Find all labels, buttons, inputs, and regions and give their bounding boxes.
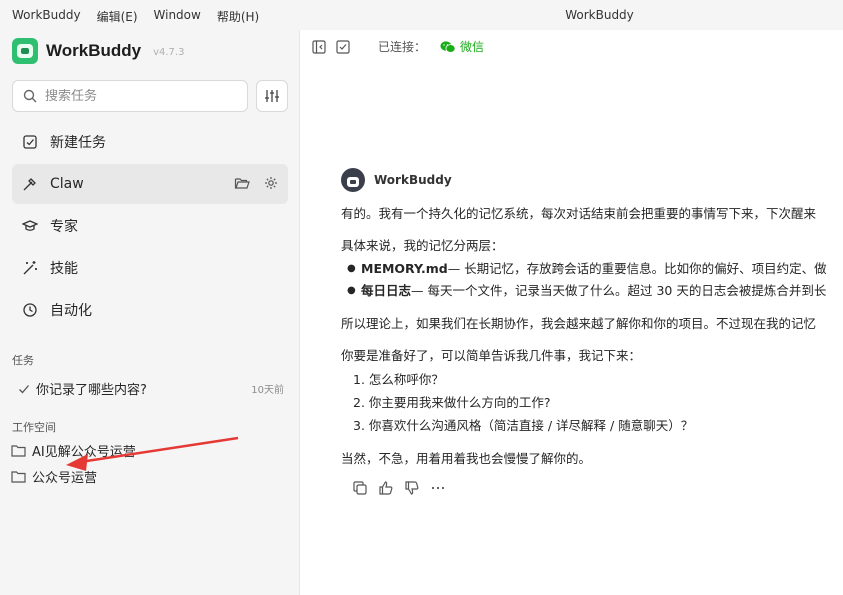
nav-item-skills[interactable]: 技能	[12, 248, 288, 288]
gear-icon[interactable]	[264, 176, 278, 190]
bot-name: WorkBuddy	[374, 173, 452, 187]
nav-item-new-task[interactable]: 新建任务	[12, 122, 288, 162]
nav-item-label: Claw	[50, 176, 84, 192]
graduation-cap-icon	[22, 218, 38, 234]
claw-actions	[234, 176, 278, 190]
folder-icon	[11, 470, 26, 483]
thumbs-up-icon[interactable]	[379, 481, 393, 495]
search-box[interactable]	[12, 80, 248, 112]
list-item: 2. 你主要用我来做什么方向的工作?	[353, 395, 551, 410]
message-paragraph: 你要是准备好了，可以简单告诉我几件事，我记下来：	[341, 348, 642, 363]
task-item[interactable]: 你记录了哪些内容? 10天前	[18, 379, 284, 398]
nav-item-label: 新建任务	[50, 135, 106, 151]
annotation-arrow	[66, 436, 239, 471]
wechat-label: 微信	[460, 40, 485, 54]
bullet-dot: ●	[347, 285, 356, 296]
app-version: v4.7.3	[153, 47, 185, 58]
brand: WorkBuddy v4.7.3	[12, 38, 184, 64]
folder-open-icon[interactable]	[234, 176, 250, 190]
bullet-bold: 每日日志	[361, 283, 412, 298]
nav-item-claw[interactable]: Claw	[12, 164, 288, 204]
message-bullets: ● MEMORY.md — 长期记忆，存放跨会话的重要信息。比如你的偏好、项目约…	[341, 258, 843, 302]
edit-icon	[22, 134, 38, 150]
tasks-section-label: 任务	[12, 354, 34, 367]
check-icon	[18, 383, 30, 395]
sliders-icon	[264, 88, 280, 104]
clock-icon	[22, 302, 38, 318]
connected-label: 已连接：	[378, 40, 427, 54]
thumbs-down-icon[interactable]	[405, 481, 419, 495]
copy-icon[interactable]	[353, 481, 367, 495]
bullet-item: ● MEMORY.md — 长期记忆，存放跨会话的重要信息。比如你的偏好、项目约…	[341, 258, 843, 280]
claw-icon	[22, 176, 38, 192]
app-logo	[12, 38, 38, 64]
message-actions	[353, 481, 843, 495]
filter-button[interactable]	[256, 80, 288, 112]
more-icon[interactable]	[431, 481, 445, 495]
search-input[interactable]	[45, 88, 225, 104]
bot-avatar	[341, 168, 365, 192]
message-paragraph: 所以理论上，如果我们在长期协作，我会越来越了解你和你的项目。不过现在我的记忆	[341, 316, 817, 331]
nav-item-automation[interactable]: 自动化	[12, 290, 288, 330]
list-item: 1. 怎么称呼你？	[353, 372, 444, 387]
sidebar: WorkBuddy v4.7.3 新建任务 Claw	[0, 30, 300, 595]
folder-icon	[11, 444, 26, 457]
new-chat-icon[interactable]	[336, 39, 350, 54]
nav-item-label: 专家	[50, 219, 78, 235]
sidebar-toggle-icon[interactable]	[312, 39, 326, 54]
bullet-item: ● 每日日志 — 每天一个文件，记录当天做了什么。超过 30 天的日志会被提炼合…	[341, 280, 843, 302]
nav-item-label: 自动化	[50, 303, 92, 319]
message-numbered-list: 1. 怎么称呼你？ 2. 你主要用我来做什么方向的工作? 3. 你喜欢什么沟通风…	[341, 368, 843, 437]
wechat-channel[interactable]: 微信	[440, 38, 484, 55]
nav-item-experts[interactable]: 专家	[12, 206, 288, 246]
sidebar-nav: 新建任务 Claw 专家 技能 自动化	[12, 122, 288, 332]
nav-item-label: 技能	[50, 261, 78, 277]
search-icon	[23, 89, 37, 103]
message-paragraph: 当然，不急，用着用着我也会慢慢了解你的。	[341, 451, 592, 466]
chat-toolbar: 已连接： 微信	[312, 38, 484, 55]
workspace-section-label: 工作空间	[12, 421, 56, 434]
task-title: 你记录了哪些内容?	[36, 383, 147, 398]
list-item: 3. 你喜欢什么沟通风格（简洁直接 / 详尽解释 / 随意聊天）？	[353, 418, 694, 433]
message-paragraph: 有的。我有一个持久化的记忆系统，每次对话结束前会把重要的事情写下来，下次醒来	[341, 206, 817, 221]
chat-message: WorkBuddy 有的。我有一个持久化的记忆系统，每次对话结束前会把重要的事情…	[341, 168, 843, 495]
message-header: WorkBuddy	[341, 168, 843, 192]
window-title: WorkBuddy	[565, 8, 634, 22]
magic-wand-icon	[22, 260, 38, 276]
message-paragraph: 具体来说，我的记忆分两层：	[341, 238, 504, 253]
title-bar: WorkBuddy 编辑(E) Window 帮助(H) WorkBuddy	[0, 0, 843, 30]
bullet-bold: MEMORY.md	[361, 261, 448, 276]
task-time: 10天前	[251, 385, 284, 396]
bullet-dot: ●	[347, 263, 356, 274]
bullet-text: — 长期记忆，存放跨会话的重要信息。比如你的偏好、项目约定、做	[447, 261, 827, 276]
bullet-text: — 每天一个文件，记录当天做了什么。超过 30 天的日志会被提炼合并到长	[411, 283, 827, 298]
wechat-icon	[440, 40, 456, 54]
app-name: WorkBuddy	[46, 41, 142, 60]
